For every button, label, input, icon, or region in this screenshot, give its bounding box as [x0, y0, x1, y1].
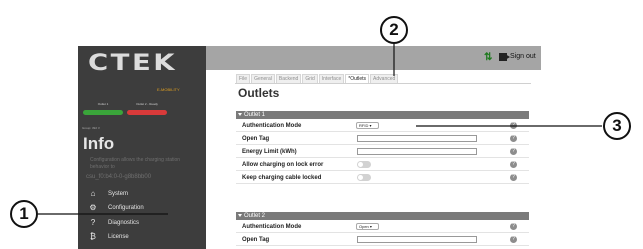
callout-3: 3 [603, 112, 631, 140]
annotated-screenshot: CTEK E-MOBILITY Outlet 1 Outlet 2 - Read… [0, 0, 643, 249]
callout-2: 2 [380, 16, 408, 44]
callout-leader-lines [38, 44, 602, 215]
callout-1: 1 [10, 200, 38, 228]
